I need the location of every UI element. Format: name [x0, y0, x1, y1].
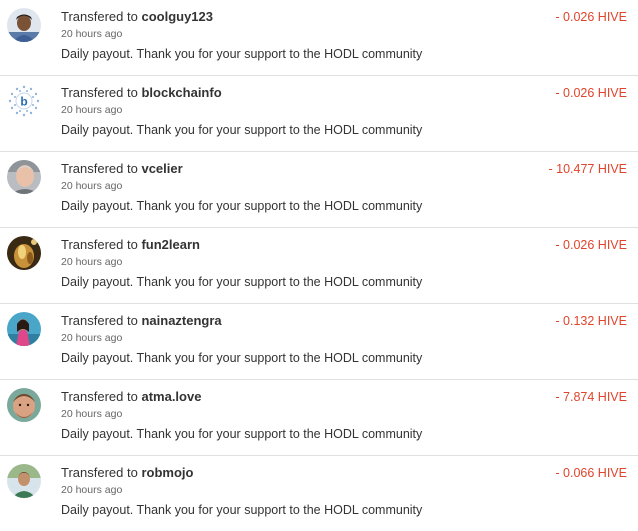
transfer-memo: Daily payout. Thank you for your support…: [61, 47, 423, 61]
transfer-prefix: Transfered to: [61, 237, 138, 252]
recipient-link[interactable]: fun2learn: [141, 237, 200, 252]
user-avatar[interactable]: [7, 464, 41, 498]
transfer-list: Transfered to coolguy123 20 hours ago Da…: [0, 0, 638, 531]
transfer-title: Transfered to blockchainfo: [61, 85, 222, 101]
person-avatar-icon: [7, 160, 41, 194]
transfer-title: Transfered to atma.love: [61, 389, 201, 405]
transfer-row: Transfered to robmojo 20 hours ago Daily…: [0, 456, 638, 531]
transfer-memo: Daily payout. Thank you for your support…: [61, 275, 423, 289]
transfer-title: Transfered to vcelier: [61, 161, 183, 177]
timestamp[interactable]: 20 hours ago: [61, 256, 122, 269]
user-avatar[interactable]: [7, 388, 41, 422]
timestamp[interactable]: 20 hours ago: [61, 180, 122, 193]
blockchain-logo-icon: b: [7, 84, 41, 118]
transfer-prefix: Transfered to: [61, 9, 138, 24]
person-avatar-icon: [7, 312, 41, 346]
timestamp[interactable]: 20 hours ago: [61, 104, 122, 117]
transfer-memo: Daily payout. Thank you for your support…: [61, 199, 423, 213]
transfer-title: Transfered to coolguy123: [61, 9, 213, 25]
transfer-row: Transfered to vcelier 20 hours ago Daily…: [0, 152, 638, 228]
person-avatar-icon: [7, 388, 41, 422]
transfer-prefix: Transfered to: [61, 313, 138, 328]
transfer-amount: - 0.026 HIVE: [555, 86, 627, 100]
transfer-memo: Daily payout. Thank you for your support…: [61, 503, 423, 517]
transfer-row: Transfered to fun2learn 20 hours ago Dai…: [0, 228, 638, 304]
transfer-prefix: Transfered to: [61, 389, 138, 404]
recipient-link[interactable]: coolguy123: [141, 9, 213, 24]
transfer-row: b Transfered to blockchainfo 20 hours ag…: [0, 76, 638, 152]
user-avatar[interactable]: b: [7, 84, 41, 118]
transfer-memo: Daily payout. Thank you for your support…: [61, 123, 423, 137]
recipient-link[interactable]: atma.love: [141, 389, 201, 404]
transfer-prefix: Transfered to: [61, 161, 138, 176]
transfer-row: Transfered to nainaztengra 20 hours ago …: [0, 304, 638, 380]
person-avatar-icon: [7, 464, 41, 498]
user-avatar[interactable]: [7, 8, 41, 42]
recipient-link[interactable]: vcelier: [141, 161, 182, 176]
transfer-amount: - 0.066 HIVE: [555, 466, 627, 480]
transfer-title: Transfered to nainaztengra: [61, 313, 222, 329]
transfer-prefix: Transfered to: [61, 85, 138, 100]
transfer-amount: - 7.874 HIVE: [555, 390, 627, 404]
transfer-title: Transfered to fun2learn: [61, 237, 200, 253]
user-avatar[interactable]: [7, 236, 41, 270]
transfer-row: Transfered to coolguy123 20 hours ago Da…: [0, 0, 638, 76]
transfer-title: Transfered to robmojo: [61, 465, 193, 481]
transfer-memo: Daily payout. Thank you for your support…: [61, 351, 423, 365]
transfer-amount: - 10.477 HIVE: [548, 162, 627, 176]
photo-avatar-icon: [7, 236, 41, 270]
transfer-amount: - 0.026 HIVE: [555, 238, 627, 252]
user-avatar[interactable]: [7, 160, 41, 194]
person-avatar-icon: [7, 8, 41, 42]
recipient-link[interactable]: nainaztengra: [141, 313, 221, 328]
timestamp[interactable]: 20 hours ago: [61, 28, 122, 41]
transfer-amount: - 0.132 HIVE: [555, 314, 627, 328]
transfer-prefix: Transfered to: [61, 465, 138, 480]
timestamp[interactable]: 20 hours ago: [61, 484, 122, 497]
transfer-amount: - 0.026 HIVE: [555, 10, 627, 24]
transfer-row: Transfered to atma.love 20 hours ago Dai…: [0, 380, 638, 456]
recipient-link[interactable]: blockchainfo: [141, 85, 221, 100]
timestamp[interactable]: 20 hours ago: [61, 332, 122, 345]
transfer-memo: Daily payout. Thank you for your support…: [61, 427, 423, 441]
recipient-link[interactable]: robmojo: [141, 465, 193, 480]
svg-text:b: b: [20, 95, 27, 109]
timestamp[interactable]: 20 hours ago: [61, 408, 122, 421]
user-avatar[interactable]: [7, 312, 41, 346]
